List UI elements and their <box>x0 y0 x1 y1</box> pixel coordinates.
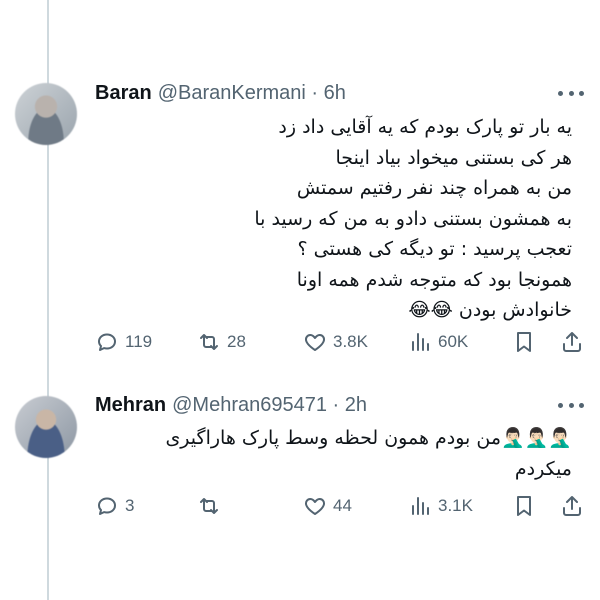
tweet[interactable]: Baran @BaranKermani · 6h یه بار تو پارک … <box>0 0 600 380</box>
retweet-button[interactable]: 28 <box>197 330 246 354</box>
display-name[interactable]: Baran <box>95 82 152 105</box>
views-button[interactable]: 3.1K <box>408 494 473 518</box>
views-icon <box>412 333 429 351</box>
like-icon <box>305 334 325 351</box>
share-icon <box>563 332 581 352</box>
reply-count: 119 <box>125 332 153 351</box>
bookmark-icon <box>517 496 531 516</box>
views-button[interactable]: 60K <box>408 330 468 354</box>
like-icon <box>305 498 325 515</box>
display-name[interactable]: Mehran <box>95 394 166 417</box>
reply-button[interactable]: 119 <box>95 330 152 354</box>
bookmark-button[interactable] <box>512 330 536 354</box>
retweet-icon <box>200 498 218 514</box>
action-bar: 119 28 3.8K 60K <box>95 327 585 357</box>
bookmark-button[interactable] <box>512 494 536 518</box>
bookmark-icon <box>517 332 531 352</box>
views-count: 60K <box>438 332 469 351</box>
share-icon <box>563 496 581 516</box>
tweet-header: Baran @BaranKermani · 6h <box>95 80 346 106</box>
reply-count: 3 <box>125 496 135 515</box>
action-bar: 3 44 3.1K <box>95 491 585 521</box>
share-button[interactable] <box>560 494 584 518</box>
more-icon[interactable] <box>558 83 584 103</box>
tweet-text: یه بار تو پارک بودم که یه آقایی داد زد ه… <box>254 116 572 321</box>
reply-icon <box>98 497 116 515</box>
more-icon[interactable] <box>558 395 584 415</box>
views-count: 3.1K <box>438 496 473 515</box>
avatar[interactable] <box>15 83 77 145</box>
reply-icon <box>98 333 116 351</box>
handle-and-time[interactable]: @BaranKermani · 6h <box>158 82 346 105</box>
retweet-button[interactable] <box>197 494 227 518</box>
reply-button[interactable]: 3 <box>95 494 134 518</box>
retweet-count: 28 <box>227 332 246 351</box>
tweet[interactable]: Mehran @Mehran695471 · 2h 🤦🏻‍♂️🤦🏻‍♂️🤦🏻‍♂… <box>0 380 600 600</box>
like-count: 44 <box>333 496 352 515</box>
like-count: 3.8K <box>333 332 368 351</box>
retweet-icon <box>200 334 218 350</box>
views-icon <box>412 497 429 515</box>
like-button[interactable]: 3.8K <box>303 330 368 354</box>
handle-and-time[interactable]: @Mehran695471 · 2h <box>172 394 367 417</box>
share-button[interactable] <box>560 330 584 354</box>
tweet-text: 🤦🏻‍♂️🤦🏻‍♂️🤦🏻‍♂️من بودم همون لحظه وسط پار… <box>165 427 572 480</box>
like-button[interactable]: 44 <box>303 494 352 518</box>
tweet-header: Mehran @Mehran695471 · 2h <box>95 392 367 418</box>
avatar[interactable] <box>15 396 77 458</box>
